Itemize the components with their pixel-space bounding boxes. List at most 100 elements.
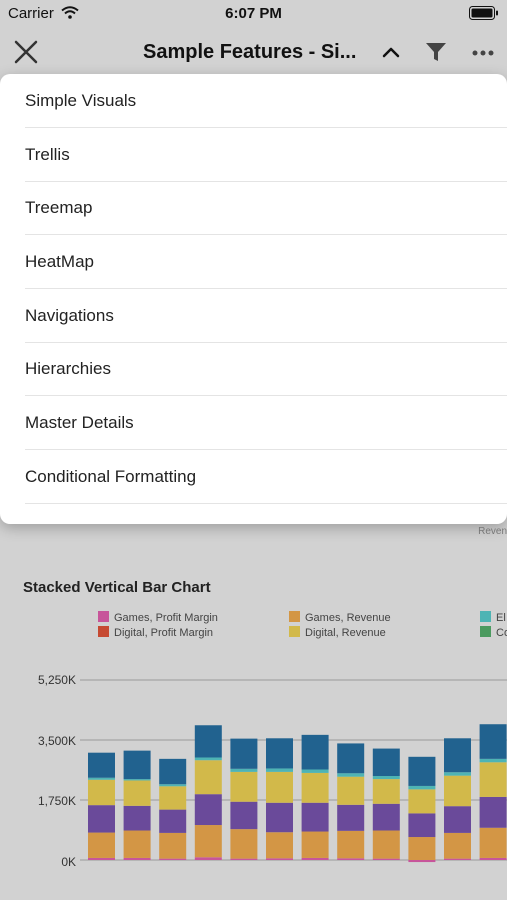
menu-item-navigations[interactable]: Navigations <box>25 289 507 343</box>
menu-item-treemap[interactable]: Treemap <box>25 181 507 235</box>
bar-segment[interactable] <box>266 768 293 772</box>
bar-segment[interactable] <box>230 858 258 860</box>
bar-segment[interactable] <box>408 813 436 838</box>
legend-item[interactable]: Games, Revenue <box>289 611 391 624</box>
bar-segment[interactable] <box>266 858 293 860</box>
bar-segment[interactable] <box>301 769 329 773</box>
legend-label: Co <box>496 627 507 639</box>
bar-segment[interactable] <box>123 750 151 780</box>
bar-segment[interactable] <box>337 743 365 774</box>
legend-item[interactable]: Games, Profit Margin <box>98 611 218 624</box>
menu-item-trellis[interactable]: Trellis <box>25 128 507 182</box>
menu-item-heatmap[interactable]: HeatMap <box>25 235 507 289</box>
bar-segment[interactable] <box>372 830 400 859</box>
bar-segment[interactable] <box>444 806 471 833</box>
close-icon <box>14 40 38 64</box>
bar-segment[interactable] <box>372 803 400 831</box>
close-button[interactable] <box>12 38 40 66</box>
bar-segment[interactable] <box>159 784 187 787</box>
bar-segment[interactable] <box>408 837 436 860</box>
bar-segment[interactable] <box>266 738 293 769</box>
bar-segment[interactable] <box>230 768 258 772</box>
page-title[interactable]: Sample Features - Si... <box>143 41 356 64</box>
legend-swatch <box>289 626 300 637</box>
bar-segment[interactable] <box>372 858 400 860</box>
bar-segment[interactable] <box>444 772 471 776</box>
legend-item[interactable]: Co <box>480 626 507 639</box>
bar-segment[interactable] <box>337 830 365 859</box>
bar-segment[interactable] <box>123 857 151 860</box>
bar-segment[interactable] <box>159 832 187 859</box>
bar-segment[interactable] <box>194 757 222 761</box>
bar-segment[interactable] <box>479 827 507 858</box>
bar-segment[interactable] <box>337 804 365 831</box>
bar-segment[interactable] <box>123 805 151 831</box>
bar-segment[interactable] <box>479 724 507 759</box>
stacked-bar-chart <box>80 679 507 863</box>
bar-segment[interactable] <box>159 758 187 785</box>
bar-segment[interactable] <box>88 857 115 860</box>
legend-item[interactable]: Digital, Profit Margin <box>98 626 213 639</box>
bar-segment[interactable] <box>266 771 293 803</box>
bar-segment[interactable] <box>88 779 115 806</box>
bar-segment[interactable] <box>88 805 115 833</box>
bar-segment[interactable] <box>88 832 115 858</box>
menu-item-simple-visuals[interactable]: Simple Visuals <box>25 74 507 128</box>
partial-legend-label: Reven <box>478 526 507 537</box>
bar-segment[interactable] <box>301 802 329 832</box>
bar-segment[interactable] <box>444 775 471 807</box>
bar-segment[interactable] <box>194 760 222 795</box>
bar-segment[interactable] <box>479 762 507 797</box>
bar-segment[interactable] <box>194 725 222 758</box>
bar-segment[interactable] <box>337 773 365 777</box>
bar-segment[interactable] <box>408 789 436 814</box>
bar-segment[interactable] <box>372 776 400 780</box>
bar-segment[interactable] <box>230 801 258 830</box>
bar-segment[interactable] <box>444 858 471 860</box>
filter-button[interactable] <box>424 40 448 64</box>
bar-segment[interactable] <box>230 771 258 802</box>
bar-segment[interactable] <box>301 831 329 858</box>
bar-segment[interactable] <box>159 858 187 860</box>
bar-segment[interactable] <box>408 860 436 863</box>
legend-label: El <box>496 612 506 624</box>
bar-segment[interactable] <box>230 829 258 859</box>
bar-segment[interactable] <box>266 832 293 859</box>
bar-segment[interactable] <box>123 830 151 858</box>
bar-segment[interactable] <box>408 785 436 790</box>
more-options-button[interactable] <box>470 42 496 64</box>
visuals-dropdown-menu: Simple Visuals Trellis Treemap HeatMap N… <box>0 74 507 524</box>
battery-icon <box>469 6 499 25</box>
bar-segment[interactable] <box>337 776 365 805</box>
menu-item-master-details[interactable]: Master Details <box>25 396 507 450</box>
bar-segment[interactable] <box>266 802 293 833</box>
bar-segment[interactable] <box>479 758 507 763</box>
bar-segment[interactable] <box>230 738 258 769</box>
bar-segment[interactable] <box>123 779 151 781</box>
legend-item[interactable]: Digital, Revenue <box>289 626 386 639</box>
bar-segment[interactable] <box>159 809 187 833</box>
legend-label: Digital, Profit Margin <box>114 627 214 639</box>
bar-segment[interactable] <box>88 777 115 780</box>
bar-segment[interactable] <box>479 857 507 860</box>
bar-segment[interactable] <box>479 796 507 828</box>
collapse-menu-button[interactable] <box>380 42 402 64</box>
legend-item[interactable]: El <box>480 611 507 624</box>
bar-segment[interactable] <box>301 734 329 770</box>
bar-segment[interactable] <box>123 780 151 806</box>
bar-segment[interactable] <box>337 858 365 860</box>
bar-segment[interactable] <box>444 738 471 773</box>
bar-segment[interactable] <box>88 752 115 778</box>
bar-segment[interactable] <box>194 857 222 860</box>
bar-segment[interactable] <box>194 825 222 858</box>
bar-segment[interactable] <box>372 779 400 804</box>
bar-segment[interactable] <box>301 857 329 860</box>
bar-segment[interactable] <box>301 772 329 803</box>
bar-segment[interactable] <box>159 786 187 810</box>
bar-segment[interactable] <box>372 748 400 776</box>
menu-item-conditional-formatting[interactable]: Conditional Formatting <box>25 450 507 504</box>
bar-segment[interactable] <box>194 794 222 826</box>
menu-item-hierarchies[interactable]: Hierarchies <box>25 342 507 396</box>
bar-segment[interactable] <box>444 832 471 859</box>
bar-segment[interactable] <box>408 756 436 786</box>
